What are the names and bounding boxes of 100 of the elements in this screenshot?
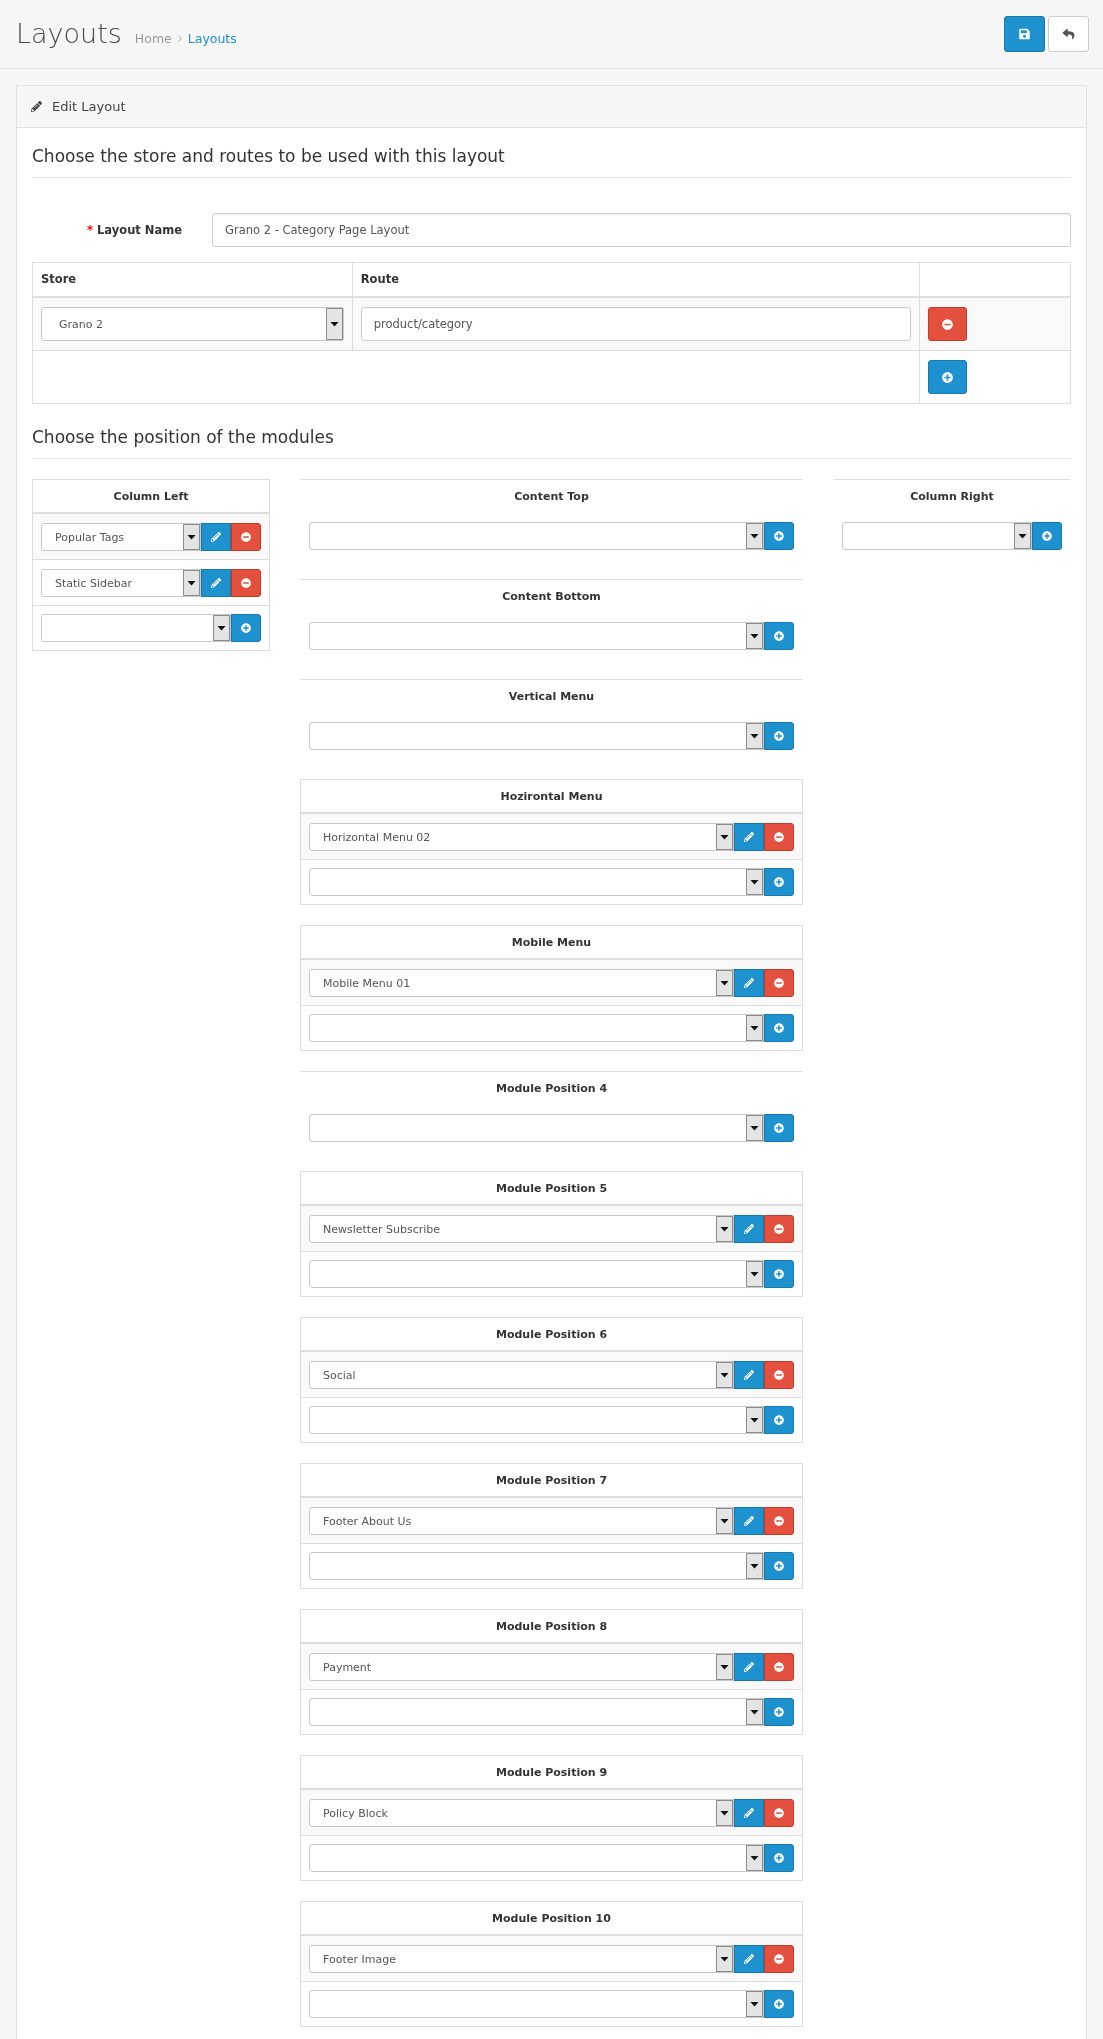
position-heading: Vertical Menu (507, 688, 596, 705)
caret-icon (213, 615, 230, 641)
field-label: Layout Name (97, 223, 182, 237)
caret-icon (183, 524, 200, 550)
remove-button[interactable] (764, 823, 794, 851)
pencil-icon (744, 1662, 754, 1672)
caret-icon (746, 723, 763, 749)
caret-icon (716, 1654, 733, 1680)
remove-button[interactable] (764, 1507, 794, 1535)
pencil-icon (744, 1808, 754, 1818)
add-button[interactable] (764, 1844, 794, 1872)
edit-button[interactable] (734, 1945, 764, 1973)
caret-icon (1014, 523, 1031, 549)
add-button[interactable] (764, 1990, 794, 2018)
caret-icon (716, 1362, 733, 1388)
caret-icon (746, 1553, 763, 1579)
edit-button[interactable] (734, 1215, 764, 1243)
caret-icon (183, 570, 200, 596)
caret-icon (746, 1115, 763, 1141)
edit-button[interactable] (734, 1653, 764, 1681)
save-icon (1019, 28, 1030, 40)
remove-button[interactable] (231, 523, 261, 551)
caret-icon (746, 623, 763, 649)
add-button[interactable] (764, 1406, 794, 1434)
position-heading: Module Position 4 (494, 1080, 609, 1097)
edit-button[interactable] (201, 569, 231, 597)
caret-icon (746, 1699, 763, 1725)
section-heading: Choose the position of the modules (32, 424, 1071, 459)
caret-icon (746, 1015, 763, 1041)
back-arrow-icon (1062, 28, 1075, 40)
module-select[interactable]: Footer Image (309, 1945, 734, 1973)
caret-icon (746, 869, 763, 895)
module-select[interactable]: Popular Tags (41, 523, 201, 551)
add-button[interactable] (764, 1114, 794, 1142)
caret-icon (716, 824, 733, 850)
module-select[interactable]: Horizontal Menu 02 (309, 823, 734, 851)
section-heading: Choose the store and routes to be used with this layout (32, 143, 1071, 178)
position-heading: Content Bottom (501, 588, 602, 605)
add-button[interactable] (928, 360, 968, 394)
pencil-icon (31, 101, 42, 112)
add-button[interactable] (231, 614, 261, 642)
remove-button[interactable] (764, 1361, 794, 1389)
pencil-icon (744, 978, 754, 988)
module-select[interactable]: Payment (309, 1653, 734, 1681)
remove-button[interactable] (764, 1215, 794, 1243)
pencil-icon (211, 532, 221, 542)
pencil-icon (744, 1370, 754, 1380)
edit-button[interactable] (734, 969, 764, 997)
module-select[interactable]: Footer About Us (309, 1507, 734, 1535)
edit-button[interactable] (734, 1361, 764, 1389)
edit-button[interactable] (734, 1799, 764, 1827)
pencil-icon (744, 1224, 754, 1234)
caret-icon (746, 1407, 763, 1433)
add-button[interactable] (1032, 522, 1062, 550)
route-input[interactable]: product/category (360, 307, 912, 341)
caret-icon (716, 1946, 733, 1972)
caret-icon (716, 970, 733, 996)
remove-button[interactable] (764, 969, 794, 997)
remove-button[interactable] (764, 1653, 794, 1681)
add-button[interactable] (764, 1014, 794, 1042)
add-button[interactable] (764, 722, 794, 750)
back-button[interactable] (1048, 16, 1089, 52)
store-select[interactable]: Grano 2 (41, 307, 344, 341)
edit-button[interactable] (734, 823, 764, 851)
pencil-icon (211, 578, 221, 588)
position-heading: Column Right (909, 488, 995, 505)
caret-icon (716, 1216, 733, 1242)
pencil-icon (744, 832, 754, 842)
add-button[interactable] (764, 522, 794, 550)
caret-icon (746, 1845, 763, 1871)
chevron-icon (177, 34, 182, 42)
pencil-icon (744, 1516, 754, 1526)
caret-icon (746, 1261, 763, 1287)
pencil-icon (744, 1954, 754, 1964)
remove-button[interactable] (231, 569, 261, 597)
panel-title: Edit Layout (52, 99, 126, 114)
save-button[interactable] (1004, 16, 1045, 52)
module-select[interactable]: Newsletter Subscribe (309, 1215, 734, 1243)
edit-button[interactable] (201, 523, 231, 551)
caret-icon (716, 1508, 733, 1534)
module-select[interactable]: Mobile Menu 01 (309, 969, 734, 997)
add-button[interactable] (764, 1260, 794, 1288)
module-select[interactable]: Policy Block (309, 1799, 734, 1827)
edit-button[interactable] (734, 1507, 764, 1535)
layout-name-input[interactable]: Grano 2 - Category Page Layout (212, 213, 1071, 247)
remove-button[interactable] (928, 307, 968, 341)
position-heading: Content Top (513, 488, 590, 505)
add-button[interactable] (764, 868, 794, 896)
add-button[interactable] (764, 1698, 794, 1726)
add-button[interactable] (764, 1552, 794, 1580)
required-asterisk: * (87, 223, 93, 237)
caret-icon (325, 308, 343, 340)
module-select[interactable]: Social (309, 1361, 734, 1389)
module-select[interactable]: Static Sidebar (41, 569, 201, 597)
caret-icon (746, 523, 763, 549)
add-button[interactable] (764, 622, 794, 650)
page-title: Layouts (16, 17, 122, 51)
remove-button[interactable] (764, 1799, 794, 1827)
caret-icon (746, 1991, 763, 2017)
remove-button[interactable] (764, 1945, 794, 1973)
